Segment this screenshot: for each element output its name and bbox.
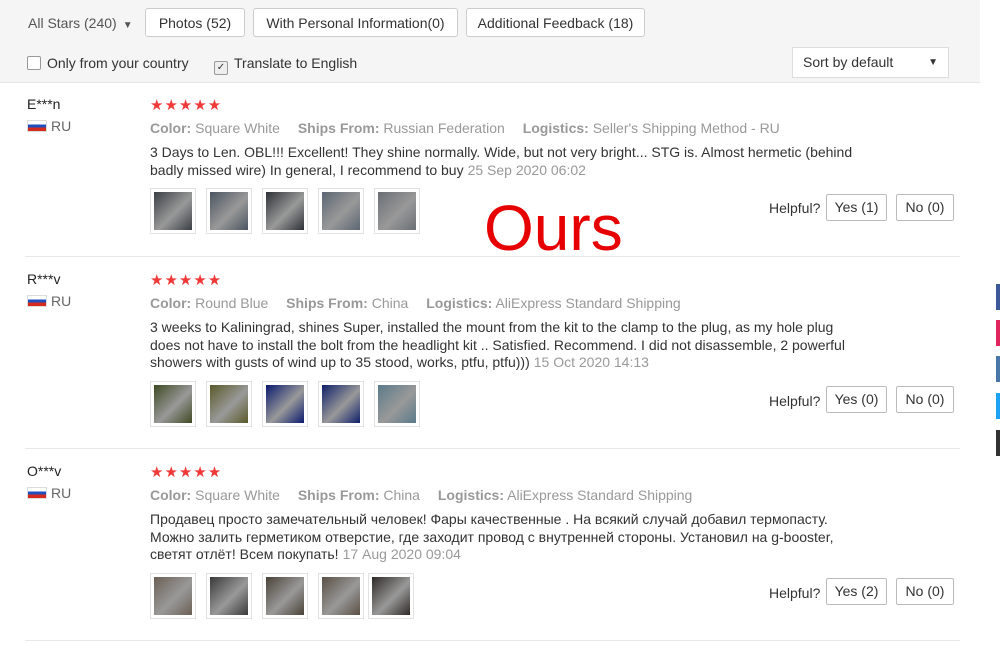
review-date: 25 Sep 2020 06:02 [467, 161, 586, 178]
translate-label: Translate to English [234, 55, 358, 71]
reviewer-name: O***v [27, 463, 62, 479]
helpful-yes-button[interactable]: Yes (2) [826, 578, 887, 605]
all-stars-dropdown[interactable]: All Stars (240) ▼ [28, 15, 133, 31]
filter-additional-feedback-button[interactable]: Additional Feedback (18) [466, 8, 645, 37]
ships-from-label: Ships From: [297, 487, 380, 503]
review-photo-thumbnail[interactable] [318, 573, 364, 619]
review-photo-thumbnail[interactable] [318, 188, 364, 234]
sort-dropdown[interactable]: Sort by default ▼ [792, 47, 949, 78]
share-edge-icon[interactable] [996, 393, 1000, 419]
logistics-label: Logistics: [426, 295, 493, 311]
helpful-no-button[interactable]: No (0) [896, 386, 954, 413]
helpful-no-button[interactable]: No (0) [896, 578, 954, 605]
review-photo-thumbnail[interactable] [374, 188, 420, 234]
review-date: 15 Oct 2020 14:13 [533, 354, 649, 370]
helpful-label: Helpful? [769, 585, 821, 601]
helpful-yes-button[interactable]: Yes (0) [826, 386, 887, 413]
ships-from-value: Russian Federation [383, 120, 505, 136]
logistics-value: AliExpress Standard Shipping [507, 487, 693, 503]
country-code: RU [51, 293, 72, 309]
review-photo-thumbnail[interactable] [150, 381, 196, 427]
color-label: Color: [150, 487, 192, 503]
reviewer-country: RU [27, 293, 71, 309]
helpful-no-button[interactable]: No (0) [896, 194, 954, 221]
review-text: 3 Days to Len. OBL!!! Excellent! They sh… [150, 144, 865, 179]
review-body: Продавец просто замечательный человек! Ф… [150, 511, 834, 562]
share-edge-icon[interactable] [996, 430, 1000, 456]
share-edge-icon[interactable] [996, 356, 1000, 382]
review-photo-thumbnail[interactable] [368, 573, 414, 619]
review-photo-thumbnail[interactable] [206, 573, 252, 619]
ships-from-label: Ships From: [297, 120, 380, 136]
review-date: 17 Aug 2020 09:04 [342, 546, 461, 562]
review-item: R***v RU ★★★★★ Color: Round Blue Ships F… [25, 271, 960, 449]
share-edge-icon[interactable] [996, 284, 1000, 310]
only-country-checkbox[interactable]: Only from your country [27, 55, 189, 71]
share-edge-icon[interactable] [996, 320, 1000, 346]
review-photo-thumbnail[interactable] [262, 188, 308, 234]
reviewer-country: RU [27, 118, 71, 134]
ships-from-value: China [383, 487, 420, 503]
color-label: Color: [150, 295, 192, 311]
review-meta: Color: Square White Ships From: China Lo… [150, 487, 692, 503]
logistics-label: Logistics: [522, 120, 589, 136]
filter-photos-button[interactable]: Photos (52) [145, 8, 245, 37]
review-photo-thumbnail[interactable] [262, 381, 308, 427]
review-item: O***v RU ★★★★★ Color: Square White Ships… [25, 463, 960, 641]
review-photo-thumbnail[interactable] [150, 188, 196, 234]
helpful-yes-button[interactable]: Yes (1) [826, 194, 887, 221]
sort-label: Sort by default [803, 54, 894, 70]
review-text: 3 weeks to Kaliningrad, shines Super, in… [150, 319, 865, 372]
review-photo-thumbnail[interactable] [150, 573, 196, 619]
rating-stars: ★★★★★ [150, 272, 223, 289]
russia-flag-icon [27, 295, 47, 307]
chevron-down-icon: ▼ [928, 57, 938, 68]
chevron-down-icon: ▼ [122, 20, 133, 31]
color-value: Square White [195, 487, 280, 503]
logistics-value: Seller's Shipping Method - RU [592, 120, 780, 136]
review-body: 3 weeks to Kaliningrad, shines Super, in… [150, 319, 845, 370]
ships-from-label: Ships From: [286, 295, 368, 311]
review-text: Продавец просто замечательный человек! Ф… [150, 511, 865, 564]
ships-from-value: China [371, 295, 409, 311]
review-photo-thumbnail[interactable] [206, 381, 252, 427]
only-country-label: Only from your country [47, 55, 189, 71]
helpful-label: Helpful? [769, 200, 821, 216]
review-meta: Color: Round Blue Ships From: China Logi… [150, 295, 681, 311]
review-photo-thumbnail[interactable] [374, 381, 420, 427]
all-stars-label: All Stars (240) [28, 15, 117, 31]
logistics-label: Logistics: [437, 487, 504, 503]
country-code: RU [51, 485, 72, 501]
russia-flag-icon [27, 120, 47, 132]
logistics-value: AliExpress Standard Shipping [495, 295, 681, 311]
color-label: Color: [150, 120, 192, 136]
color-value: Square White [195, 120, 280, 136]
color-value: Round Blue [195, 295, 269, 311]
rating-stars: ★★★★★ [150, 464, 223, 481]
ours-overlay-text: Ours [484, 192, 623, 264]
russia-flag-icon [27, 487, 47, 499]
translate-checkbox[interactable]: ✓ Translate to English [214, 55, 357, 75]
reviewer-name: R***v [27, 271, 61, 287]
filter-bar: All Stars (240) ▼ Photos (52) With Person… [0, 0, 980, 83]
rating-stars: ★★★★★ [150, 97, 223, 114]
reviewer-country: RU [27, 485, 71, 501]
review-meta: Color: Square White Ships From: Russian … [150, 120, 780, 136]
country-code: RU [51, 118, 72, 134]
checkbox-checked-icon: ✓ [214, 61, 228, 75]
review-photo-thumbnail[interactable] [318, 381, 364, 427]
checkbox-unchecked-icon [27, 56, 41, 70]
reviewer-name: E***n [27, 96, 61, 112]
review-photo-thumbnail[interactable] [206, 188, 252, 234]
helpful-label: Helpful? [769, 393, 821, 409]
filter-personal-info-button[interactable]: With Personal Information(0) [253, 8, 458, 37]
review-photo-thumbnail[interactable] [262, 573, 308, 619]
